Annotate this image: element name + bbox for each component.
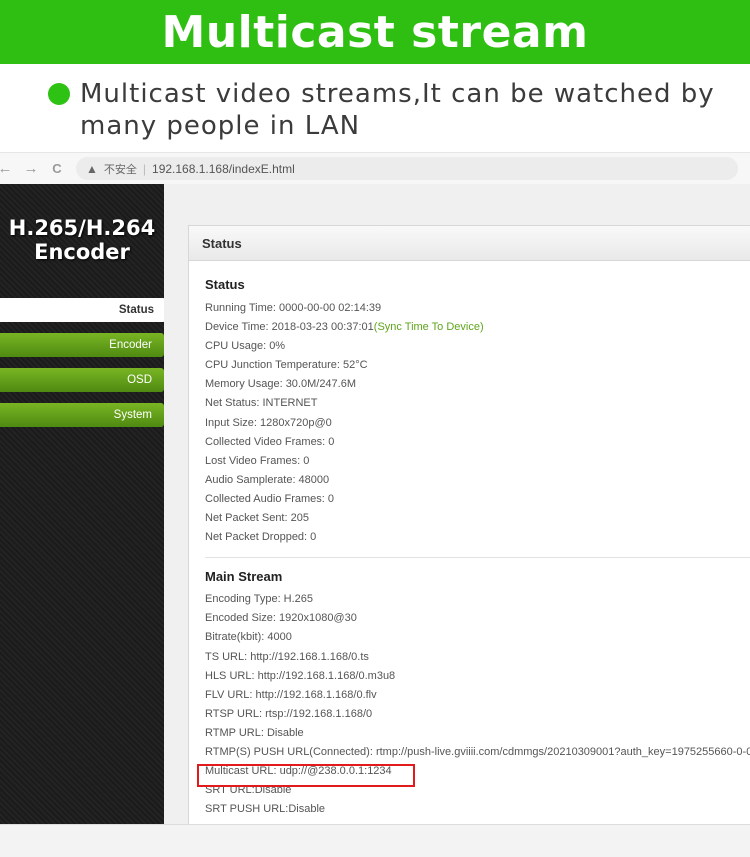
brand-line-2: Encoder bbox=[34, 240, 130, 264]
sidebar-item-osd[interactable]: OSD bbox=[0, 368, 164, 392]
status-row-packets-sent: Net Packet Sent: 205 bbox=[205, 512, 309, 525]
section-divider bbox=[205, 557, 750, 559]
status-row-cpu-usage: CPU Usage: 0% bbox=[205, 340, 286, 353]
bottom-bar bbox=[0, 824, 750, 857]
status-row-lost-video: Lost Video Frames: 0 bbox=[205, 454, 310, 467]
reload-icon[interactable]: C bbox=[46, 161, 68, 176]
stream-row-rtsp-url: RTSP URL: rtsp://192.168.1.168/0 bbox=[205, 707, 373, 720]
sidebar-item-status[interactable]: Status bbox=[0, 298, 166, 322]
status-row-cpu-temp: CPU Junction Temperature: 52°C bbox=[205, 359, 368, 372]
status-row-collected-video: Collected Video Frames: 0 bbox=[205, 435, 335, 448]
banner-title: Multicast stream bbox=[161, 6, 589, 58]
status-row-memory: Memory Usage: 30.0M/247.6M bbox=[205, 378, 357, 391]
main-stream-title: Main Stream bbox=[205, 569, 283, 585]
status-row-input-size: Input Size: 1280x720p@0 bbox=[205, 416, 332, 429]
stream-row-encoded-size: Encoded Size: 1920x1080@30 bbox=[205, 612, 357, 625]
forward-arrow-icon[interactable]: → bbox=[20, 160, 42, 177]
status-row-packets-dropped: Net Packet Dropped: 0 bbox=[205, 531, 317, 544]
stream-row-srt-push-url: SRT PUSH URL:Disable bbox=[205, 803, 326, 816]
stream-row-ts-url: TS URL: http://192.168.1.168/0.ts bbox=[205, 650, 369, 663]
back-arrow-icon[interactable]: ← bbox=[0, 160, 16, 177]
address-url[interactable]: 192.168.1.168/indexE.html bbox=[152, 162, 295, 176]
multicast-highlight-box bbox=[197, 764, 415, 787]
header-banner: Multicast stream bbox=[0, 0, 750, 64]
brand-line-1: H.265/H.264 bbox=[8, 216, 156, 240]
sidebar: H.265/H.264 Encoder Status Encoder OSD S… bbox=[0, 184, 166, 824]
status-panel: Status Status Running Time: 0000-00-00 0… bbox=[188, 225, 750, 837]
status-row-audio-samplerate: Audio Samplerate: 48000 bbox=[205, 473, 330, 486]
stream-row-rtmp-url: RTMP URL: Disable bbox=[205, 726, 304, 739]
sync-time-link[interactable]: (Sync Time To Device) bbox=[374, 321, 484, 333]
stream-row-bitrate: Bitrate(kbit): 4000 bbox=[205, 631, 292, 644]
bullet-dot-icon bbox=[48, 83, 70, 105]
stream-row-flv-url: FLV URL: http://192.168.1.168/0.flv bbox=[205, 688, 377, 701]
tagline-text: Multicast video streams,It can be watche… bbox=[80, 79, 715, 141]
sidebar-menu: Status Encoder OSD System bbox=[0, 298, 166, 438]
warning-icon[interactable]: ▲ bbox=[86, 162, 98, 176]
address-bar[interactable]: ▲ 不安全 | 192.168.1.168/indexE.html bbox=[76, 157, 738, 180]
address-separator: | bbox=[142, 161, 147, 176]
status-row-collected-audio: Collected Audio Frames: 0 bbox=[205, 492, 335, 505]
device-time-value: Device Time: 2018-03-23 00:37:01 bbox=[205, 321, 374, 334]
stream-row-encoding-type: Encoding Type: H.265 bbox=[205, 593, 314, 606]
sidebar-item-system[interactable]: System bbox=[0, 403, 164, 427]
insecure-label: 不安全 bbox=[103, 163, 137, 176]
browser-toolbar: ← → C ▲ 不安全 | 192.168.1.168/indexE.html bbox=[0, 152, 750, 185]
status-row-device-time: Device Time: 2018-03-23 00:37:01(Sync Ti… bbox=[205, 318, 750, 337]
status-section-title: Status bbox=[205, 277, 245, 292]
status-row-net-status: Net Status: INTERNET bbox=[205, 397, 318, 410]
stream-row-rtmp-push-url: RTMP(S) PUSH URL(Connected): rtmp://push… bbox=[205, 745, 750, 758]
stream-row-hls-url: HLS URL: http://192.168.1.168/0.m3u8 bbox=[205, 669, 396, 682]
sidebar-item-encoder[interactable]: Encoder bbox=[0, 333, 164, 357]
status-section: Status Running Time: 0000-00-00 02:14:39… bbox=[189, 275, 750, 547]
status-row-running-time: Running Time: 0000-00-00 02:14:39 bbox=[205, 302, 382, 314]
panel-header: Status bbox=[189, 226, 750, 261]
tagline: Multicast video streams,It can be watche… bbox=[48, 78, 738, 142]
brand-title: H.265/H.264 Encoder bbox=[0, 216, 164, 264]
